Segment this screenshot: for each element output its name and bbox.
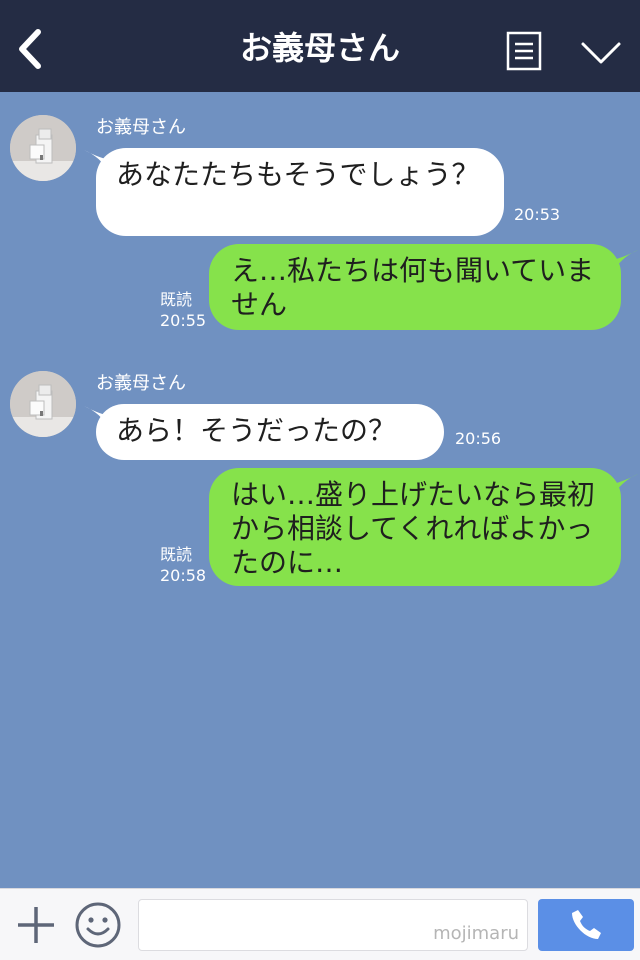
avatar-image	[10, 371, 76, 437]
chat-area[interactable]: お義母さん あなたたちもそうでしょう？ 20:53 え…私たちは何も聞いていませ…	[0, 92, 640, 888]
call-button[interactable]	[538, 899, 634, 951]
read-receipt: 既読	[160, 290, 193, 309]
chat-title: お義母さん	[239, 29, 400, 67]
message-bubble-incoming[interactable]: あら！そうだったの？	[96, 404, 444, 460]
avatar[interactable]	[10, 371, 76, 437]
back-button[interactable]	[10, 26, 50, 72]
sender-name: お義母さん	[96, 373, 186, 394]
dropdown-button[interactable]	[580, 38, 622, 68]
smiley-icon	[75, 902, 121, 948]
message-time: 20:53	[514, 205, 561, 224]
message-bubble-outgoing[interactable]: はい…盛り上げたいなら最初から相談してくれればよかったのに…	[209, 468, 621, 586]
input-bar: mojimaru	[0, 888, 640, 960]
avatar[interactable]	[10, 115, 76, 181]
header-bar: お義母さん	[0, 0, 640, 92]
watermark-text: mojimaru	[433, 923, 519, 944]
emoji-button[interactable]	[74, 901, 122, 949]
phone-icon	[572, 910, 601, 939]
menu-list-icon	[506, 31, 542, 71]
message-time: 20:55	[160, 311, 207, 330]
add-button[interactable]	[16, 905, 56, 945]
message-input[interactable]: mojimaru	[138, 899, 528, 951]
chevron-left-icon	[19, 29, 41, 69]
message-bubble-incoming[interactable]: あなたたちもそうでしょう？	[96, 148, 504, 236]
avatar-image	[10, 115, 76, 181]
read-receipt: 既読	[160, 545, 193, 564]
menu-button[interactable]	[506, 31, 542, 71]
chevron-down-icon	[581, 42, 621, 64]
message-bubble-outgoing[interactable]: え…私たちは何も聞いていません	[209, 244, 621, 330]
message-time: 20:58	[160, 566, 207, 585]
chat-screen: お義母さん お義母さん あなたたちもそうでしょう？ 20:53 え…私たちは何も…	[0, 0, 640, 960]
plus-icon	[18, 907, 54, 943]
message-time: 20:56	[455, 429, 502, 448]
sender-name: お義母さん	[96, 117, 186, 138]
